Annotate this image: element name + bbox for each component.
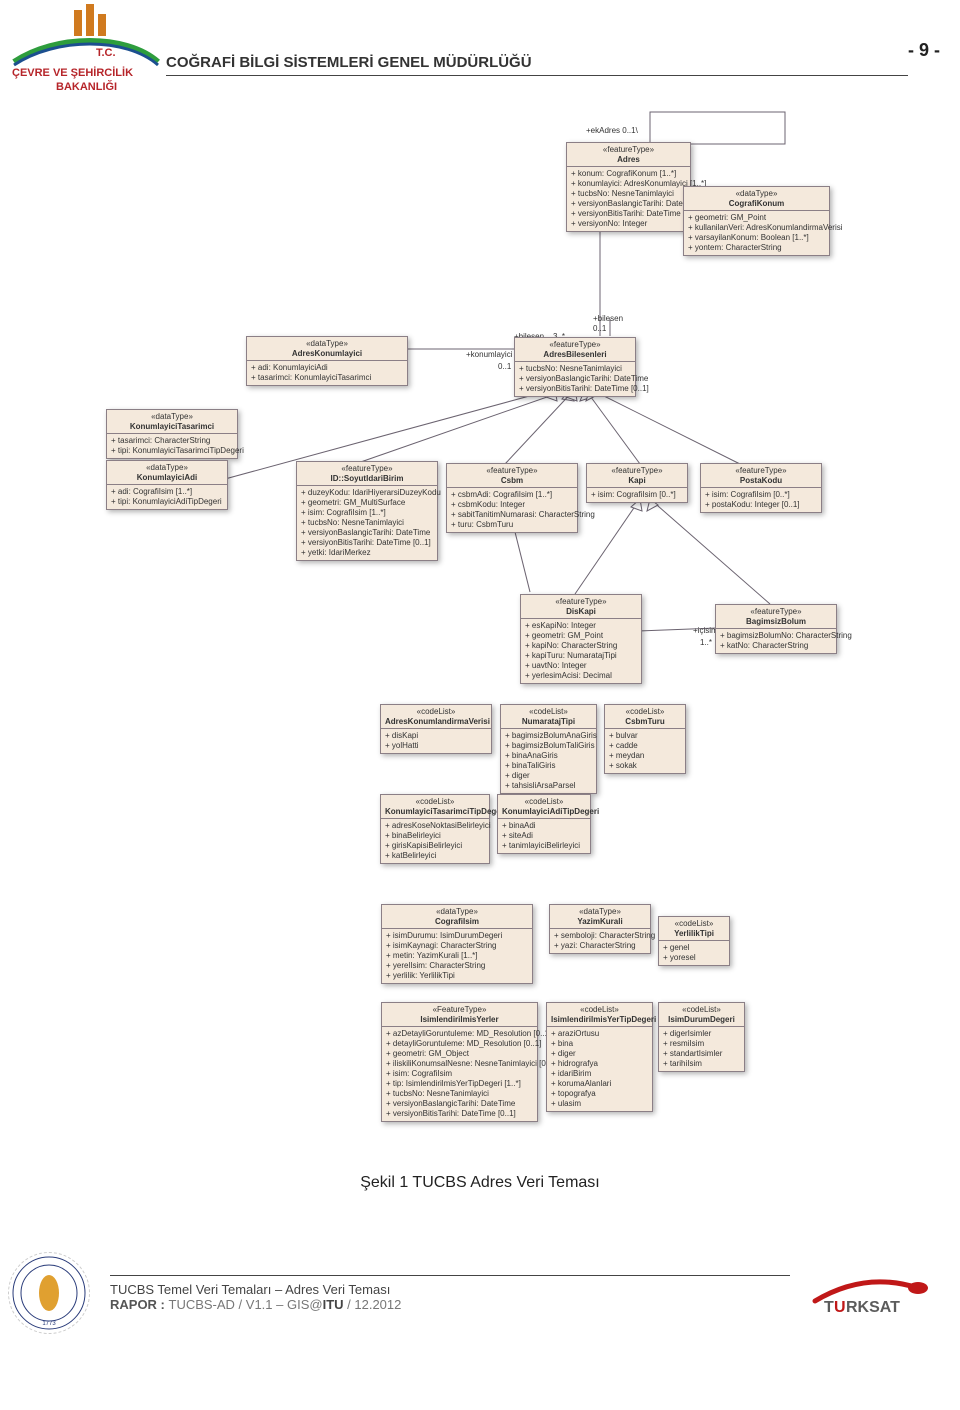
box-cografikonum: «dataType»CografiKonum + geometri: GM_Po… — [683, 186, 830, 256]
svg-text:RKSAT: RKSAT — [846, 1299, 900, 1316]
box-csbmturu: «codeList»CsbmTuru + bulvar+ cadde+ meyd… — [604, 704, 686, 774]
assoc-icisim: +içisim — [693, 626, 718, 635]
box-numaratajtipi: «codeList»NumaratajTipi + bagimsizBolumA… — [500, 704, 597, 794]
assoc-ekadres: +ekAdres 0..1\ — [586, 126, 638, 135]
box-idsoyutidaribirim: «featureType»ID::SoyutIdariBirim + duzey… — [296, 461, 438, 561]
box-kapi: «featureType»Kapi + isim: CografiIsim [0… — [586, 463, 688, 503]
box-isimlendirilmisyerler: «FeatureType»IsimlendirilmisYerler + azD… — [381, 1002, 538, 1122]
assoc-bilesen2a: +bilesen — [593, 314, 623, 323]
svg-text:BAKANLIĞI: BAKANLIĞI — [56, 80, 117, 93]
box-diskapi: «featureType»DisKapi + esKapiNo: Integer… — [520, 594, 642, 684]
box-konumlayiciaditipdegeri: «codeList»KonumlayiciAdiTipDegeri + bina… — [497, 794, 591, 854]
box-adreskonumlandirmaverisi: «codeList»AdresKonumlandirmaVerisi + dis… — [380, 704, 492, 754]
svg-text:ÇEVRE VE ŞEHİRCİLİK: ÇEVRE VE ŞEHİRCİLİK — [12, 66, 133, 79]
box-csbm: «featureType»Csbm + csbmAdi: CografiIsim… — [446, 463, 578, 533]
svg-text:U: U — [834, 1299, 846, 1316]
turksat-logo: T U RKSAT — [810, 1266, 940, 1321]
uml-diagram: +ekAdres 0..1\ +bilesen 3..* +bilesen 0.… — [0, 104, 960, 1154]
ministry-logo: T.C. ÇEVRE VE ŞEHİRCİLİK BAKANLIĞI — [6, 4, 166, 104]
box-konumlayicitasarimcitipdegeri: «codeList»KonumlayiciTasarimciTipDegeri … — [380, 794, 490, 864]
box-isimdurumdegeri: «codeList»IsimDurumDegeri + digerIsimler… — [658, 1002, 745, 1072]
box-cografiisim: «dataType»CografiIsim + isimDurumu: Isim… — [381, 904, 533, 984]
svg-text:T.C.: T.C. — [96, 47, 116, 59]
svg-text:1773: 1773 — [42, 1321, 56, 1327]
header-divider — [166, 75, 908, 76]
box-adreskonumlayici: «dataType»AdresKonumlayici + adi: Konuml… — [246, 336, 408, 386]
box-konumlayiciadi: «dataType»KonumlayiciAdi + adi: CografiI… — [106, 460, 228, 510]
box-konumlayicitasarimci: «dataType»KonumlayiciTasarimci + tasarim… — [106, 409, 238, 459]
box-adres: «featureType»Adres + konum: CografiKonum… — [566, 142, 691, 232]
page-title: COĞRAFİ BİLGİ SİSTEMLERİ GENEL MÜDÜRLÜĞÜ — [166, 54, 908, 71]
assoc-konumlayici: +konumlayici — [466, 350, 512, 359]
box-bagimsizbolum: «featureType»BagimsizBolum + bagimsizBol… — [715, 604, 837, 654]
itu-logo: 1773 — [8, 1252, 90, 1334]
box-isimlendirilmisyertipdegeri: «codeList»IsimlendirilmisYerTipDegeri + … — [546, 1002, 653, 1112]
figure-caption: Şekil 1 TUCBS Adres Veri Teması — [0, 1174, 960, 1192]
box-yazimkurali: «dataType»YazimKurali + semboloji: Chara… — [549, 904, 651, 954]
box-adresbilesenleri: «featureType»AdresBilesenleri + tucbsNo:… — [514, 337, 636, 397]
assoc-onestar: 1..* — [700, 638, 712, 647]
page-number: - 9 - — [908, 4, 940, 61]
box-postakodu: «featureType»PostaKodu + isim: CografiIs… — [700, 463, 822, 513]
svg-text:T: T — [824, 1299, 834, 1316]
assoc-bilesen2b: 0..1 — [593, 324, 606, 333]
footer-text: TUCBS Temel Veri Temaları – Adres Veri T… — [110, 1275, 790, 1312]
assoc-zero1: 0..1 — [498, 362, 511, 371]
box-yerliliktipi: «codeList»YerlilikTipi + genel+ yoresel — [658, 916, 730, 966]
